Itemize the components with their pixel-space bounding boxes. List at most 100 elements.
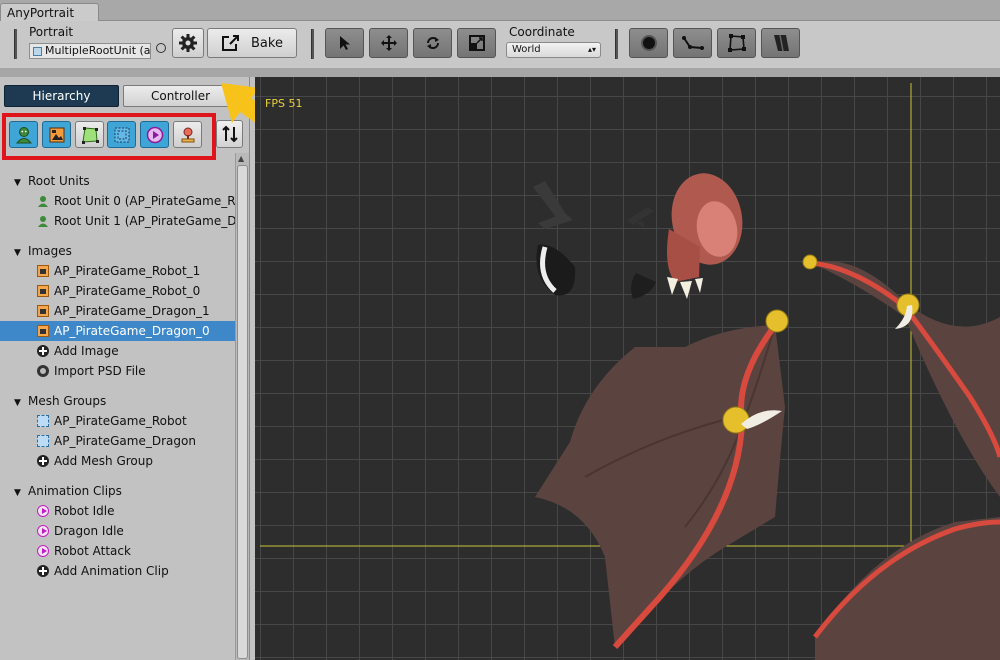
mesh-filter-icon [81, 126, 99, 144]
mesh-group-icon [37, 415, 49, 427]
bone-icon [681, 36, 704, 50]
scale-tool-button[interactable] [457, 28, 496, 58]
physics-button[interactable] [761, 28, 800, 58]
expand-arrow-icon: ▼ [14, 398, 21, 408]
scroll-up-icon[interactable]: ▲ [238, 154, 244, 163]
mesh-filter-button[interactable] [75, 121, 104, 148]
image-item-selected[interactable]: AP_PirateGame_Dragon_0 [0, 321, 235, 341]
export-icon [222, 35, 240, 51]
hierarchy-tree: ▼ Root Units Root Unit 0 (AP_PirateGame_R… [0, 171, 235, 581]
animation-clip-item[interactable]: Robot Attack [0, 541, 235, 561]
image-item[interactable]: AP_PirateGame_Robot_0 [0, 281, 235, 301]
toolbar-separator [0, 68, 1000, 77]
item-label: Root Unit 1 (AP_PirateGame_Dr [54, 214, 235, 228]
root-unit-item[interactable]: Root Unit 0 (AP_PirateGame_Ro [0, 191, 235, 211]
hierarchy-panel: Hierarchy Controller ▲ ▼ Root Units Root… [0, 77, 250, 660]
coordinate-select[interactable]: World ▴▾ [506, 42, 601, 58]
mesh-group-filter-icon [114, 127, 129, 142]
select-tool-button[interactable] [325, 28, 364, 58]
image-filter-button[interactable] [42, 121, 71, 148]
section-images[interactable]: ▼ Images [0, 241, 235, 261]
root-unit-item[interactable]: Root Unit 1 (AP_PirateGame_Dr [0, 211, 235, 231]
toolbar: Portrait MultipleRootUnit (a Bake Coordi… [0, 21, 1000, 68]
coordinate-label: Coordinate [509, 25, 575, 39]
image-icon [37, 325, 49, 337]
animation-icon [37, 525, 49, 537]
item-label: Add Image [54, 344, 119, 358]
item-label: Add Animation Clip [54, 564, 169, 578]
bone-edit-button[interactable] [673, 28, 712, 58]
item-label: Root Unit 0 (AP_PirateGame_Ro [54, 194, 235, 208]
param-filter-button[interactable] [173, 121, 202, 148]
import-psd-button[interactable]: Import PSD File [0, 361, 235, 381]
param-filter-icon [181, 127, 194, 142]
coordinate-value: World [512, 44, 541, 55]
select-arrows-icon: ▴▾ [587, 45, 596, 54]
expand-arrow-icon: ▼ [14, 248, 21, 258]
scrollbar-thumb[interactable] [237, 165, 248, 659]
portrait-object-field[interactable]: MultipleRootUnit (a [29, 43, 151, 59]
expand-arrow-icon: ▼ [14, 488, 21, 498]
settings-button[interactable] [172, 28, 204, 58]
root-unit-icon [38, 196, 48, 207]
mesh-group-item[interactable]: AP_PirateGame_Dragon [0, 431, 235, 451]
expand-arrow-icon: ▼ [14, 178, 21, 188]
mesh-group-item[interactable]: AP_PirateGame_Robot [0, 411, 235, 431]
animation-clip-item[interactable]: Robot Idle [0, 501, 235, 521]
scale-icon [468, 35, 485, 51]
item-label: AP_PirateGame_Dragon_0 [54, 324, 210, 338]
add-animation-clip-button[interactable]: Add Animation Clip [0, 561, 235, 581]
window-tab[interactable]: AnyPortrait [0, 3, 99, 21]
select-arrow-icon [339, 36, 350, 50]
image-icon [37, 305, 49, 317]
section-label: Root Units [28, 174, 90, 188]
item-label: Add Mesh Group [54, 454, 153, 468]
add-mesh-group-button[interactable]: Add Mesh Group [0, 451, 235, 471]
bake-button[interactable]: Bake [207, 28, 297, 58]
rotate-tool-button[interactable] [413, 28, 452, 58]
physics-icon [773, 34, 789, 52]
mesh-group-filter-button[interactable] [107, 121, 136, 148]
plus-icon [37, 455, 49, 467]
section-label: Images [28, 244, 72, 258]
item-label: Robot Attack [54, 544, 131, 558]
window-tab-bar: AnyPortrait [0, 0, 1000, 21]
section-label: Mesh Groups [28, 394, 107, 408]
item-label: AP_PirateGame_Dragon_1 [54, 304, 210, 318]
portrait-label: Portrait [29, 25, 74, 39]
hierarchy-tab[interactable]: Hierarchy [4, 85, 119, 107]
image-icon [37, 285, 49, 297]
mesh-edit-button[interactable] [717, 28, 756, 58]
animation-icon [37, 545, 49, 557]
toolbar-grip [615, 29, 618, 59]
image-filter-icon [49, 127, 64, 142]
move-icon [380, 35, 397, 51]
image-item[interactable]: AP_PirateGame_Robot_1 [0, 261, 235, 281]
scene-viewport[interactable]: FPS 51 [255, 77, 1000, 660]
animation-filter-button[interactable] [140, 121, 169, 148]
move-tool-button[interactable] [369, 28, 408, 58]
item-label: Import PSD File [54, 364, 146, 378]
section-animation-clips[interactable]: ▼ Animation Clips [0, 481, 235, 501]
portrait-value: MultipleRootUnit (a [45, 44, 151, 57]
toolbar-grip [14, 29, 17, 59]
hierarchy-scrollbar[interactable]: ▲ [235, 153, 249, 660]
onion-skin-button[interactable] [629, 28, 668, 58]
scene-artwork [260, 83, 1000, 660]
mesh-edit-icon [727, 34, 746, 52]
add-image-button[interactable]: Add Image [0, 341, 235, 361]
image-item[interactable]: AP_PirateGame_Dragon_1 [0, 301, 235, 321]
section-mesh-groups[interactable]: ▼ Mesh Groups [0, 391, 235, 411]
plus-icon [37, 565, 49, 577]
fps-counter: FPS 51 [265, 97, 303, 110]
animation-filter-icon [146, 126, 163, 143]
root-unit-filter-button[interactable] [9, 121, 38, 148]
animation-clip-item[interactable]: Dragon Idle [0, 521, 235, 541]
bake-label: Bake [251, 35, 283, 51]
section-root-units[interactable]: ▼ Root Units [0, 171, 235, 191]
gear-icon [179, 34, 197, 52]
item-label: AP_PirateGame_Robot_1 [54, 264, 201, 278]
item-label: Robot Idle [54, 504, 115, 518]
animation-icon [37, 505, 49, 517]
object-picker-icon[interactable] [156, 43, 166, 53]
